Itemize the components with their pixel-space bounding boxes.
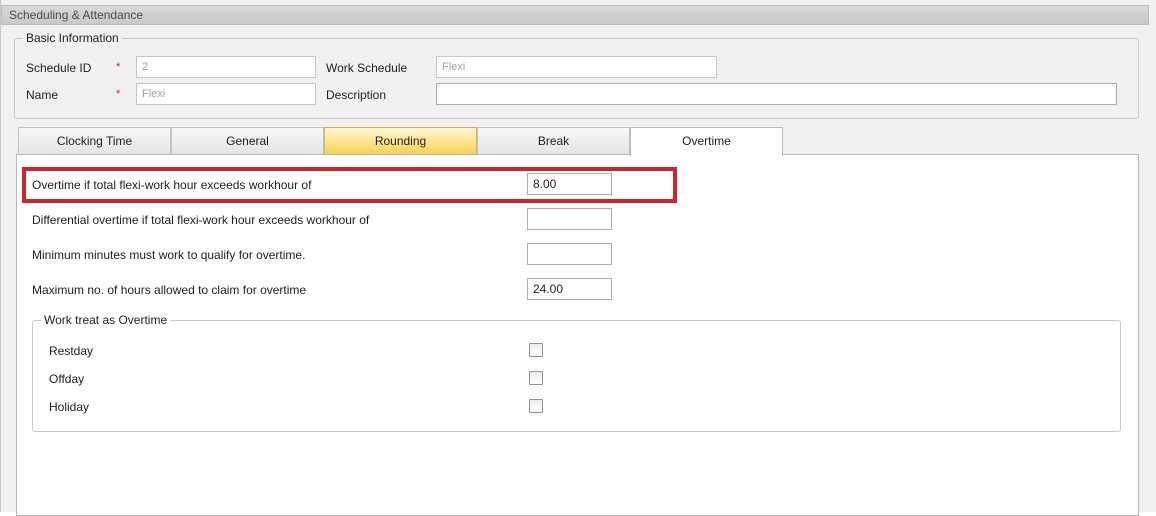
minimum-minutes-input[interactable]	[527, 243, 612, 265]
scheduling-window: Scheduling & Attendance Basic Informatio…	[0, 0, 1156, 516]
holiday-label: Holiday	[49, 400, 90, 414]
description-label: Description	[326, 88, 387, 102]
tab-rounding[interactable]: Rounding	[324, 127, 477, 155]
schedule-id-required-mark: *	[116, 61, 121, 73]
tab-break[interactable]: Break	[477, 127, 630, 155]
name-label: Name	[26, 88, 59, 102]
holiday-checkbox[interactable]	[529, 399, 543, 413]
minimum-minutes-label: Minimum minutes must work to qualify for…	[32, 248, 306, 262]
schedule-id-input[interactable]	[136, 56, 316, 78]
maximum-hours-input[interactable]	[527, 278, 612, 300]
description-input[interactable]	[436, 83, 1117, 105]
tab-overtime[interactable]: Overtime	[630, 127, 783, 156]
name-required-mark: *	[116, 88, 121, 100]
restday-label: Restday	[49, 344, 94, 358]
restday-checkbox[interactable]	[529, 343, 543, 357]
work-schedule-input[interactable]	[436, 56, 717, 78]
schedule-id-label: Schedule ID	[26, 61, 92, 75]
work-schedule-label: Work Schedule	[326, 61, 408, 75]
tab-general[interactable]: General	[171, 127, 324, 155]
basic-information-group: Basic Information	[14, 31, 1139, 119]
offday-checkbox[interactable]	[529, 371, 543, 385]
overtime-threshold-label: Overtime if total flexi-work hour exceed…	[32, 178, 312, 192]
differential-overtime-input[interactable]	[527, 208, 612, 230]
name-input[interactable]	[136, 83, 316, 105]
work-treat-overtime-group: Work treat as Overtime	[32, 313, 1121, 432]
basic-information-legend: Basic Information	[23, 31, 122, 45]
tab-clocking-time[interactable]: Clocking Time	[18, 127, 171, 155]
offday-label: Offday	[49, 372, 85, 386]
maximum-hours-label: Maximum no. of hours allowed to claim fo…	[32, 283, 307, 297]
differential-overtime-label: Differential overtime if total flexi-wor…	[32, 213, 370, 227]
overtime-threshold-input[interactable]	[527, 173, 612, 195]
work-treat-overtime-legend: Work treat as Overtime	[41, 313, 171, 327]
window-title: Scheduling & Attendance	[1, 5, 1149, 25]
